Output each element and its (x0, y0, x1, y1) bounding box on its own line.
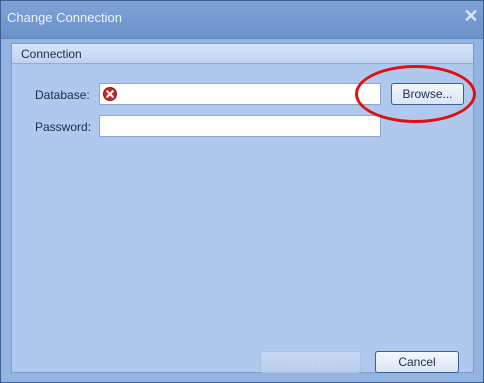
browse-button[interactable]: Browse... (391, 83, 464, 105)
cancel-button[interactable]: Cancel (375, 351, 459, 373)
database-field[interactable] (99, 83, 381, 105)
password-field[interactable] (99, 115, 381, 137)
change-connection-dialog: Change Connection ✕ Connection Database:… (0, 0, 484, 383)
password-label: Password: (35, 120, 92, 134)
connection-group: Connection Database: Browse... Password:… (11, 43, 474, 373)
database-label: Database: (35, 88, 90, 102)
close-icon[interactable]: ✕ (463, 7, 479, 25)
dialog-title: Change Connection (7, 10, 122, 25)
change-button[interactable]: Change (260, 351, 361, 373)
group-title: Connection (21, 47, 82, 61)
title-bar: Change Connection ✕ (1, 1, 483, 39)
error-icon (103, 87, 117, 101)
group-header: Connection (12, 44, 473, 64)
